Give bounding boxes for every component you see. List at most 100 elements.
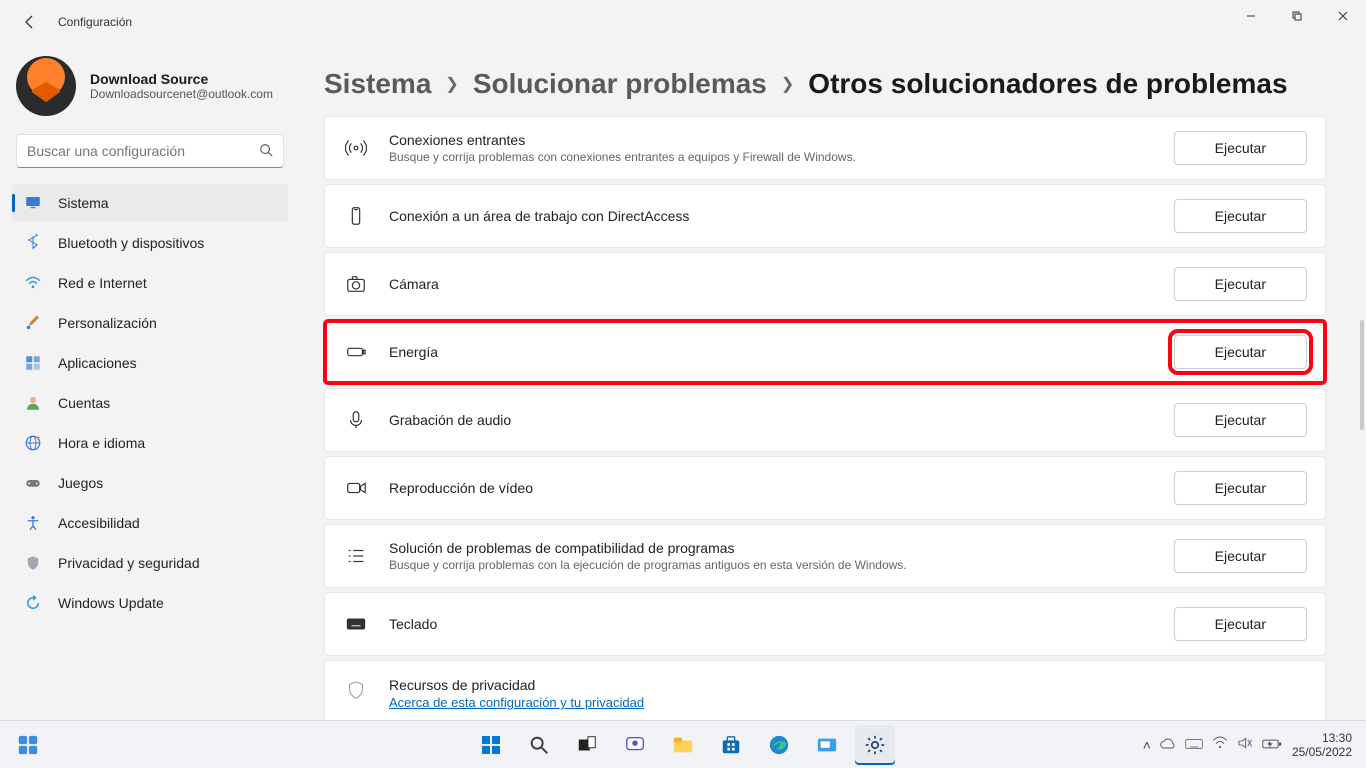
clock[interactable]: 13:30 25/05/2022 (1292, 731, 1358, 759)
battery-icon (343, 339, 369, 365)
run-button[interactable]: Ejecutar (1174, 403, 1307, 437)
nav-item-bluetooth[interactable]: Bluetooth y dispositivos (12, 224, 288, 262)
chat-button[interactable] (615, 725, 655, 765)
brush-icon (24, 314, 42, 332)
shield-icon (24, 554, 42, 572)
maximize-button[interactable] (1274, 0, 1320, 32)
run-button[interactable]: Ejecutar (1174, 539, 1307, 573)
troubleshooter-list: Conexiones entrantes Busque y corrija pr… (324, 116, 1326, 720)
nav-item-label: Bluetooth y dispositivos (58, 235, 204, 251)
troubleshooter-camera: Cámara Ejecutar (324, 252, 1326, 316)
nav-item-label: Personalización (58, 315, 157, 331)
apps-icon (24, 354, 42, 372)
troubleshooter-keyboard: Teclado Ejecutar (324, 592, 1326, 656)
nav-item-label: Sistema (58, 195, 109, 211)
keyboard-tray-icon[interactable] (1185, 737, 1203, 753)
card-title: Grabación de audio (389, 412, 1174, 428)
taskbar: ˄ 13:30 25/05/2022 (0, 720, 1366, 768)
breadcrumb-sistema[interactable]: Sistema (324, 68, 431, 100)
taskbar-search-button[interactable] (519, 725, 559, 765)
card-title: Conexión a un área de trabajo con Direct… (389, 208, 1174, 224)
troubleshooter-antenna: Conexiones entrantes Busque y corrija pr… (324, 116, 1326, 180)
avatar (16, 56, 76, 116)
nav-item-brush[interactable]: Personalización (12, 304, 288, 342)
nav-item-person[interactable]: Cuentas (12, 384, 288, 422)
troubleshooter-battery: Energía Ejecutar (324, 320, 1326, 384)
nav-item-gamepad[interactable]: Juegos (12, 464, 288, 502)
card-title: Energía (389, 344, 1174, 360)
profile-block[interactable]: Download Source Downloadsourcenet@outloo… (8, 52, 292, 134)
run-button[interactable]: Ejecutar (1174, 267, 1307, 301)
window-title: Configuración (58, 15, 132, 29)
run-button[interactable]: Ejecutar (1174, 607, 1307, 641)
run-button[interactable]: Ejecutar (1174, 335, 1307, 369)
breadcrumb-current: Otros solucionadores de problemas (808, 68, 1287, 100)
breadcrumb: Sistema ❯ Solucionar problemas ❯ Otros s… (324, 68, 1326, 100)
breadcrumb-troubleshoot[interactable]: Solucionar problemas (473, 68, 767, 100)
onedrive-icon[interactable] (1160, 737, 1176, 753)
troubleshooter-video: Reproducción de vídeo Ejecutar (324, 456, 1326, 520)
nav-item-monitor[interactable]: Sistema (12, 184, 288, 222)
nav-item-label: Windows Update (58, 595, 164, 611)
list-icon (343, 543, 369, 569)
privacy-resources-card: Recursos de privacidad Acerca de esta co… (324, 660, 1326, 720)
run-button[interactable]: Ejecutar (1174, 131, 1307, 165)
main-content: Sistema ❯ Solucionar problemas ❯ Otros s… (300, 44, 1366, 720)
monitor-icon (24, 194, 42, 212)
keyboard-icon (343, 611, 369, 637)
antenna-icon (343, 135, 369, 161)
card-title: Solución de problemas de compatibilidad … (389, 540, 1174, 556)
nav-item-label: Accesibilidad (58, 515, 140, 531)
video-icon (343, 475, 369, 501)
minimize-button[interactable] (1228, 0, 1274, 32)
search-icon (259, 143, 273, 160)
nav-item-shield[interactable]: Privacidad y seguridad (12, 544, 288, 582)
battery-tray-icon[interactable] (1262, 737, 1282, 753)
card-title: Recursos de privacidad (389, 677, 1307, 693)
close-button[interactable] (1320, 0, 1366, 32)
nav-item-label: Hora e idioma (58, 435, 145, 451)
search-input[interactable] (27, 143, 259, 159)
phone-icon (343, 203, 369, 229)
nav-item-label: Juegos (58, 475, 103, 491)
wifi-tray-icon[interactable] (1212, 736, 1228, 753)
edge-button[interactable] (759, 725, 799, 765)
nav-item-wifi[interactable]: Red e Internet (12, 264, 288, 302)
troubleshooter-phone: Conexión a un área de trabajo con Direct… (324, 184, 1326, 248)
task-view-button[interactable] (567, 725, 607, 765)
settings-app-button[interactable] (855, 725, 895, 765)
card-desc: Busque y corrija problemas con conexione… (389, 150, 1174, 164)
clock-time: 13:30 (1292, 731, 1352, 745)
gamepad-icon (24, 474, 42, 492)
window-controls (1228, 0, 1366, 32)
explorer-button[interactable] (663, 725, 703, 765)
widgets-button[interactable] (8, 725, 48, 765)
nav-item-apps[interactable]: Aplicaciones (12, 344, 288, 382)
run-button[interactable]: Ejecutar (1174, 471, 1307, 505)
nav-item-label: Aplicaciones (58, 355, 137, 371)
titlebar: Configuración (0, 0, 1366, 44)
user-email: Downloadsourcenet@outlook.com (90, 87, 273, 101)
update-icon (24, 594, 42, 612)
nav-item-update[interactable]: Windows Update (12, 584, 288, 622)
privacy-link[interactable]: Acerca de esta configuración y tu privac… (389, 695, 644, 710)
card-title: Cámara (389, 276, 1174, 292)
troubleshooter-mic: Grabación de audio Ejecutar (324, 388, 1326, 452)
app-icon-1[interactable] (807, 725, 847, 765)
nav-item-globe[interactable]: Hora e idioma (12, 424, 288, 462)
system-tray[interactable]: ˄ 13:30 25/05/2022 (1143, 731, 1358, 759)
start-button[interactable] (471, 725, 511, 765)
card-desc: Busque y corrija problemas con la ejecuc… (389, 558, 1174, 572)
globe-icon (24, 434, 42, 452)
nav-item-label: Cuentas (58, 395, 110, 411)
nav-item-label: Red e Internet (58, 275, 147, 291)
volume-tray-icon[interactable] (1237, 736, 1253, 753)
taskbar-center (471, 725, 895, 765)
chevron-right-icon: ❯ (781, 74, 794, 94)
back-button[interactable] (16, 8, 44, 36)
store-button[interactable] (711, 725, 751, 765)
tray-chevron-icon[interactable]: ˄ (1143, 737, 1151, 753)
search-box[interactable] (16, 134, 284, 168)
nav-item-access[interactable]: Accesibilidad (12, 504, 288, 542)
run-button[interactable]: Ejecutar (1174, 199, 1307, 233)
